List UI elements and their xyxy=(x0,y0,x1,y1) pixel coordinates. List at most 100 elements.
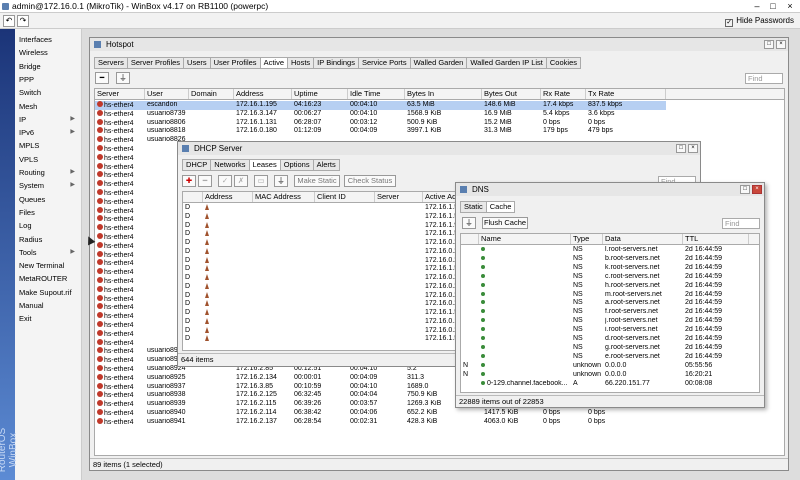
tab-cache[interactable]: Cache xyxy=(485,201,516,213)
column-header[interactable] xyxy=(183,192,203,202)
sidebar-item[interactable]: Bridge xyxy=(19,60,81,73)
check-status-button[interactable]: Check Status xyxy=(344,175,396,187)
flush-cache-button[interactable]: Flush Cache xyxy=(482,217,528,229)
close-icon[interactable]: × xyxy=(688,144,698,153)
tab-service-ports[interactable]: Service Ports xyxy=(357,57,411,69)
table-row[interactable]: NS e.root-servers.net 2d 16:44:59 xyxy=(461,353,749,362)
table-row[interactable]: D 172.16.0.2 xyxy=(183,326,473,336)
maximize-icon[interactable]: □ xyxy=(740,185,750,194)
table-row[interactable]: hs-ether4 usuario8940 172.16.2.114 06:38:42… xyxy=(95,409,666,418)
sidebar-item[interactable]: Queues xyxy=(19,193,81,206)
column-header[interactable] xyxy=(461,234,479,244)
add-icon[interactable]: ✚ xyxy=(182,175,196,187)
sidebar-item[interactable]: Exit xyxy=(19,312,81,325)
undo-icon[interactable]: ↶ xyxy=(3,15,15,27)
sidebar-item[interactable]: System ▶ xyxy=(19,179,81,192)
dns-find-input[interactable]: Find xyxy=(722,218,760,229)
table-row[interactable]: NS c.root-servers.net 2d 16:44:59 xyxy=(461,273,749,282)
maximize-icon[interactable]: □ xyxy=(764,40,774,49)
column-header[interactable]: Name xyxy=(479,234,571,244)
maximize-icon[interactable]: □ xyxy=(676,144,686,153)
table-row[interactable]: NS g.root-servers.net 2d 16:44:59 xyxy=(461,344,749,353)
table-row[interactable]: D 172.16.0.2 xyxy=(183,300,473,309)
table-row[interactable]: hs-ether4 usuario8941 172.16.2.137 06:28:54… xyxy=(95,417,666,427)
close-icon[interactable]: × xyxy=(752,185,762,194)
table-row[interactable]: D 172.16.0.2 xyxy=(183,256,473,266)
table-row[interactable]: D 172.16.0.2 xyxy=(183,282,473,292)
column-header[interactable]: Bytes Out xyxy=(482,89,541,99)
table-row[interactable]: NS l.root-servers.net 2d 16:44:59 xyxy=(461,246,749,255)
sidebar-item[interactable]: Interfaces xyxy=(19,33,81,46)
table-row[interactable]: D 172.16.1.5 xyxy=(183,265,473,274)
column-header[interactable]: Uptime xyxy=(292,89,348,99)
table-row[interactable]: hs-ether4 usuario8739 172.16.3.147 00:06:27… xyxy=(95,109,666,119)
hide-passwords-checkbox[interactable]: ✓ Hide Passwords xyxy=(725,16,794,27)
comment-icon[interactable]: ▭ xyxy=(254,175,268,187)
hotspot-find-input[interactable]: Find xyxy=(745,73,783,84)
sidebar-item[interactable]: Make Supout.rif xyxy=(19,286,81,299)
table-row[interactable]: N unknown 0.0.0.0 05:55:56 xyxy=(461,362,749,371)
tab-options[interactable]: Options xyxy=(279,159,314,171)
column-header[interactable]: Idle Time xyxy=(348,89,405,99)
table-row[interactable]: 0-129.channel.facebook... A 66.220.151.77 0… xyxy=(461,380,749,389)
table-row[interactable]: NS b.root-servers.net 2d 16:44:59 xyxy=(461,255,749,264)
sidebar-item[interactable]: PPP xyxy=(19,73,81,86)
tab-cookies[interactable]: Cookies xyxy=(545,57,581,69)
column-header[interactable]: Server xyxy=(375,192,423,202)
sidebar-item[interactable]: New Terminal xyxy=(19,259,81,272)
close-icon[interactable]: × xyxy=(776,40,786,49)
table-row[interactable]: NS k.root-servers.net 2d 16:44:59 xyxy=(461,264,749,273)
redo-icon[interactable]: ↷ xyxy=(17,15,29,27)
filter-icon[interactable]: ⏚ xyxy=(274,175,288,187)
tab-static[interactable]: Static xyxy=(460,201,487,213)
sidebar-item[interactable]: Manual xyxy=(19,299,81,312)
table-row[interactable]: D 172.16.1.5 xyxy=(183,230,473,239)
dns-titlebar[interactable]: DNS □ × xyxy=(456,183,764,196)
make-static-button[interactable]: Make Static xyxy=(294,175,340,187)
tab-user-profiles[interactable]: User Profiles xyxy=(209,57,261,69)
sidebar-item[interactable]: IPv6 ▶ xyxy=(19,126,81,139)
table-row[interactable]: D 172.16.0.1 xyxy=(183,317,473,327)
sidebar-item[interactable]: Log xyxy=(19,219,81,232)
column-header[interactable]: Address xyxy=(234,89,292,99)
table-row[interactable]: NS d.root-servers.net 2d 16:44:59 xyxy=(461,335,749,344)
column-header[interactable]: Domain xyxy=(189,89,234,99)
table-row[interactable]: hs-ether4 escandon 172.16.1.195 04:16:23 00:… xyxy=(95,101,666,110)
hotspot-titlebar[interactable]: Hotspot □ × xyxy=(90,38,788,51)
filter-icon[interactable]: ⏚ xyxy=(116,72,130,84)
column-header[interactable]: MAC Address xyxy=(253,192,315,202)
table-row[interactable]: D 172.16.1.5 xyxy=(183,212,473,222)
sidebar-item[interactable]: Switch xyxy=(19,86,81,99)
table-row[interactable]: D 172.16.0.2 xyxy=(183,291,473,301)
table-row[interactable]: NS a.root-servers.net 2d 16:44:59 xyxy=(461,299,749,308)
tab-server-profiles[interactable]: Server Profiles xyxy=(126,57,185,69)
column-header[interactable]: Address xyxy=(203,192,253,202)
table-row[interactable]: NS i.root-servers.net 2d 16:44:59 xyxy=(461,326,749,335)
column-header[interactable]: Rx Rate xyxy=(541,89,586,99)
maximize-icon[interactable]: □ xyxy=(767,1,779,12)
tab-hosts[interactable]: Hosts xyxy=(287,57,315,69)
tab-alerts[interactable]: Alerts xyxy=(312,159,340,171)
sidebar-item[interactable]: Wireless xyxy=(19,46,81,59)
tab-walled-garden-ip-list[interactable]: Walled Garden IP List xyxy=(466,57,547,69)
column-header[interactable]: TTL xyxy=(683,234,749,244)
column-header[interactable]: Tx Rate xyxy=(586,89,666,99)
sidebar-item[interactable]: Routing ▶ xyxy=(19,166,81,179)
table-row[interactable]: D 172.16.1.5 xyxy=(183,204,473,213)
close-icon[interactable]: × xyxy=(784,1,796,12)
filter-icon[interactable]: ⏚ xyxy=(462,217,476,229)
tab-active[interactable]: Active xyxy=(259,57,288,69)
table-row[interactable]: N unknown 0.0.0.0 16:20:21 xyxy=(461,371,749,380)
table-row[interactable]: D 172.16.0.2 xyxy=(183,274,473,283)
table-row[interactable]: D 172.16.1.5 xyxy=(183,309,473,318)
minimize-icon[interactable]: – xyxy=(751,1,763,12)
tab-networks[interactable]: Networks xyxy=(210,159,250,171)
table-row[interactable]: NS j.root-servers.net 2d 16:44:59 xyxy=(461,317,749,326)
sidebar-item[interactable]: MetaROUTER xyxy=(19,272,81,285)
table-row[interactable]: D 172.16.1.9 xyxy=(183,221,473,231)
sidebar-item[interactable]: MPLS xyxy=(19,139,81,152)
remove-icon[interactable]: ━ xyxy=(198,175,212,187)
table-row[interactable]: hs-ether4 usuario8806 172.16.1.131 06:28:07… xyxy=(95,118,666,128)
column-header[interactable]: Bytes In xyxy=(405,89,482,99)
table-row[interactable]: D 172.16.0.2 xyxy=(183,239,473,248)
